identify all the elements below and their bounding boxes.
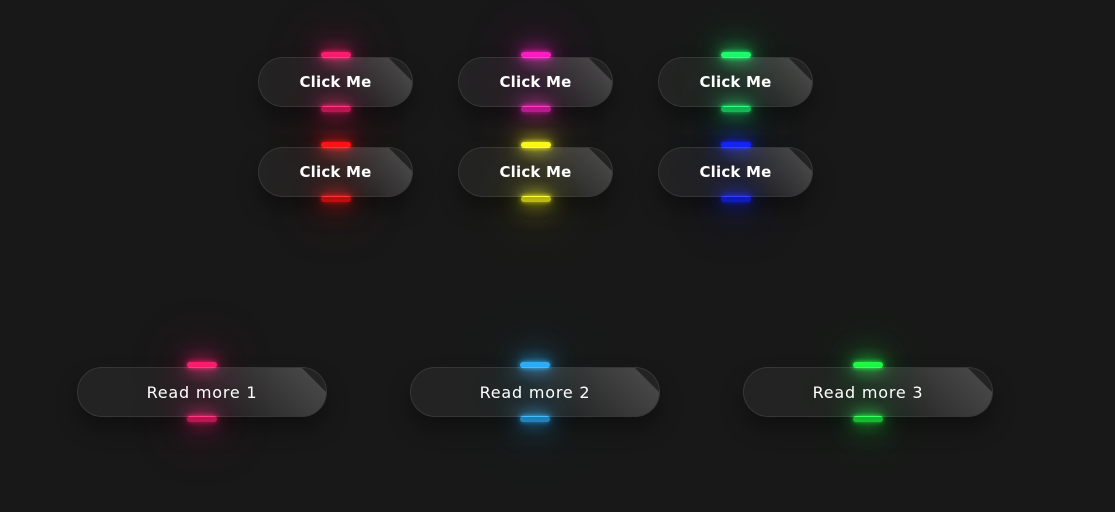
button-showcase: Click Me Click Me Click Me Click Me Clic… bbox=[0, 0, 1115, 512]
button-label: Read more 2 bbox=[479, 382, 591, 402]
glow-button-wrap-magenta: Click Me bbox=[458, 52, 613, 112]
click-me-button-magenta[interactable]: Click Me bbox=[458, 57, 613, 107]
button-label: Read more 3 bbox=[812, 382, 924, 402]
button-label: Click Me bbox=[299, 163, 372, 181]
click-me-button-yellow[interactable]: Click Me bbox=[458, 147, 613, 197]
read-more-wrap-3: Read more 3 bbox=[743, 362, 993, 422]
read-more-button-1[interactable]: Read more 1 bbox=[77, 367, 327, 417]
glow-button-wrap-yellow: Click Me bbox=[458, 142, 613, 202]
read-more-wrap-2: Read more 2 bbox=[410, 362, 660, 422]
click-me-button-pink[interactable]: Click Me bbox=[258, 57, 413, 107]
button-label: Read more 1 bbox=[146, 382, 258, 402]
button-label: Click Me bbox=[499, 73, 572, 91]
glow-button-wrap-blue: Click Me bbox=[658, 142, 813, 202]
button-label: Click Me bbox=[299, 73, 372, 91]
read-more-button-2[interactable]: Read more 2 bbox=[410, 367, 660, 417]
glow-button-wrap-pink: Click Me bbox=[258, 52, 413, 112]
glow-button-wrap-red: Click Me bbox=[258, 142, 413, 202]
read-more-button-3[interactable]: Read more 3 bbox=[743, 367, 993, 417]
click-me-button-red[interactable]: Click Me bbox=[258, 147, 413, 197]
click-me-button-green[interactable]: Click Me bbox=[658, 57, 813, 107]
button-label: Click Me bbox=[699, 73, 772, 91]
button-label: Click Me bbox=[699, 163, 772, 181]
read-more-wrap-1: Read more 1 bbox=[77, 362, 327, 422]
click-me-button-blue[interactable]: Click Me bbox=[658, 147, 813, 197]
glow-button-wrap-green: Click Me bbox=[658, 52, 813, 112]
button-label: Click Me bbox=[499, 163, 572, 181]
